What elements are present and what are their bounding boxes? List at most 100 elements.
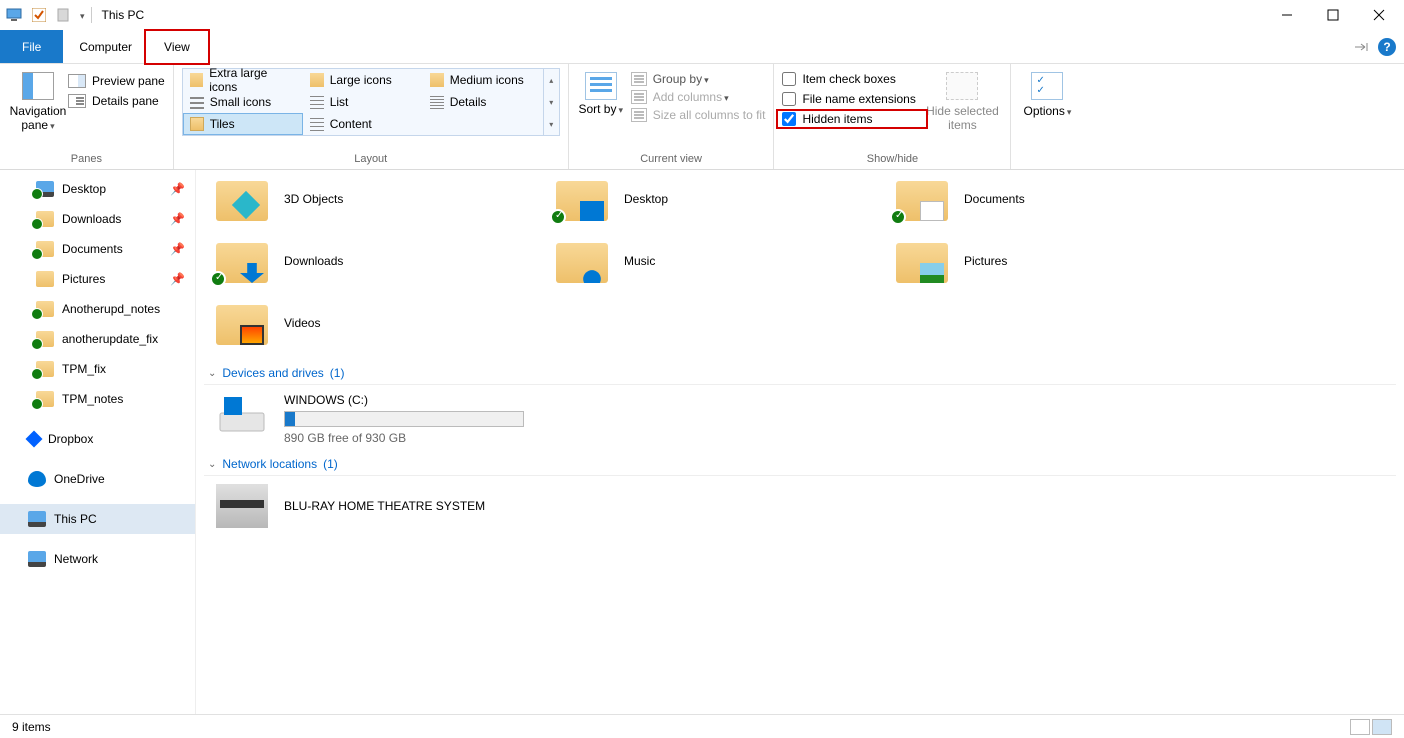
size-columns-icon [631, 108, 647, 122]
layout-gallery[interactable]: Extra large icons Large icons Medium ico… [182, 68, 560, 136]
extra-large-icons-icon [190, 73, 204, 87]
options-button[interactable]: Options [1019, 68, 1075, 118]
network-location-name: BLU-RAY HOME THEATRE SYSTEM [284, 499, 485, 513]
maximize-button[interactable] [1310, 0, 1356, 30]
sidebar-item-documents[interactable]: Documents📌 [0, 234, 195, 264]
hide-selected-icon [946, 72, 978, 100]
desktop-icon [36, 181, 54, 197]
hide-selected-label: Hide selected items [922, 104, 1002, 133]
details-icon [430, 95, 444, 109]
disk-drive-icon [216, 393, 268, 437]
tab-computer[interactable]: Computer [63, 30, 148, 63]
network-locations-header[interactable]: ⌄ Network locations (1) [204, 445, 1396, 476]
quick-access-toolbar [2, 6, 85, 24]
layout-tiles[interactable]: Tiles [183, 113, 303, 135]
checkmark-icon[interactable] [30, 6, 48, 24]
sync-badge-icon [550, 209, 566, 225]
drive-windows-c[interactable]: WINDOWS (C:) 890 GB free of 930 GB [204, 393, 1396, 445]
chevron-down-icon: ⌄ [208, 368, 216, 379]
content-icon [310, 117, 324, 131]
sort-by-icon [585, 72, 617, 100]
folder-pictures[interactable]: Pictures [896, 230, 1176, 292]
layout-extra-large-icons[interactable]: Extra large icons [183, 69, 303, 91]
media-device-icon [216, 484, 268, 528]
options-icon [1031, 72, 1063, 100]
preview-pane-button[interactable]: Preview pane [68, 74, 165, 88]
item-check-boxes-checkbox[interactable]: Item check boxes [782, 72, 922, 86]
sidebar-item-this-pc[interactable]: This PC [0, 504, 195, 534]
group-show-hide: Item check boxes File name extensions Hi… [774, 64, 1011, 169]
qat-dropdown-icon[interactable] [78, 8, 85, 22]
properties-icon[interactable] [54, 6, 72, 24]
help-icon[interactable]: ? [1378, 38, 1396, 56]
details-pane-label: Details pane [92, 94, 159, 108]
details-pane-button[interactable]: Details pane [68, 94, 165, 108]
content-pane[interactable]: 3D Objects Desktop Documents Downloads M… [196, 170, 1404, 714]
layout-small-icons[interactable]: Small icons [183, 91, 303, 113]
drive-usage-bar [284, 411, 524, 427]
sidebar-item-anotherupdate-fix[interactable]: anotherupdate_fix [0, 324, 195, 354]
group-current-view: Sort by Group by Add columns Size all co… [569, 64, 775, 169]
minimize-ribbon-icon[interactable] [1354, 41, 1370, 53]
group-layout-label: Layout [182, 151, 560, 167]
pin-icon: 📌 [170, 182, 185, 196]
list-icon [310, 95, 324, 109]
folder-icon [36, 331, 54, 347]
folder-videos[interactable]: Videos [216, 292, 496, 354]
layout-content[interactable]: Content [303, 113, 423, 135]
document-overlay-icon [920, 201, 944, 221]
sort-by-button[interactable]: Sort by [577, 68, 625, 116]
layout-large-icons[interactable]: Large icons [303, 69, 423, 91]
group-options: Options [1011, 64, 1083, 169]
group-by-icon [631, 72, 647, 86]
tab-view[interactable]: View [148, 30, 206, 63]
devices-and-drives-header[interactable]: ⌄ Devices and drives (1) [204, 354, 1396, 385]
folder-downloads[interactable]: Downloads [216, 230, 496, 292]
drive-free-text: 890 GB free of 930 GB [284, 431, 524, 445]
network-location-bluray[interactable]: BLU-RAY HOME THEATRE SYSTEM [204, 484, 1396, 528]
size-all-columns-button: Size all columns to fit [631, 108, 766, 122]
sidebar-item-tpm-fix[interactable]: TPM_fix [0, 354, 195, 384]
navigation-pane-button[interactable]: Navigation pane [8, 68, 68, 133]
folder-icon [36, 271, 54, 287]
sidebar-item-desktop[interactable]: Desktop📌 [0, 174, 195, 204]
sidebar-item-onedrive[interactable]: OneDrive [0, 464, 195, 494]
layout-details[interactable]: Details [423, 91, 543, 113]
drive-name: WINDOWS (C:) [284, 393, 524, 407]
file-name-extensions-checkbox[interactable]: File name extensions [782, 92, 922, 106]
sidebar-item-network[interactable]: Network [0, 544, 195, 574]
status-tiles-view-button[interactable] [1372, 719, 1392, 735]
tab-file[interactable]: File [0, 30, 63, 63]
folder-3d-objects[interactable]: 3D Objects [216, 170, 496, 230]
sidebar-item-tpm-notes[interactable]: TPM_notes [0, 384, 195, 414]
network-icon [28, 551, 46, 567]
large-icons-icon [310, 73, 324, 87]
folder-music[interactable]: Music [556, 230, 836, 292]
status-bar: 9 items [0, 714, 1404, 738]
title-bar: This PC [0, 0, 1404, 30]
system-buttons [1264, 0, 1402, 30]
navigation-sidebar[interactable]: Desktop📌 Downloads📌 Documents📌 Pictures📌… [0, 170, 196, 714]
layout-medium-icons[interactable]: Medium icons [423, 69, 543, 91]
titlebar-divider [91, 7, 92, 23]
onedrive-icon [28, 471, 46, 487]
close-button[interactable] [1356, 0, 1402, 30]
folder-documents[interactable]: Documents [896, 170, 1176, 230]
sidebar-item-dropbox[interactable]: Dropbox [0, 424, 195, 454]
folder-desktop[interactable]: Desktop [556, 170, 836, 230]
window-title: This PC [98, 8, 145, 22]
this-pc-icon [28, 511, 46, 527]
group-by-button[interactable]: Group by [631, 72, 766, 86]
minimize-button[interactable] [1264, 0, 1310, 30]
sidebar-item-anotherupd-notes[interactable]: Anotherupd_notes [0, 294, 195, 324]
status-details-view-button[interactable] [1350, 719, 1370, 735]
sidebar-item-pictures[interactable]: Pictures📌 [0, 264, 195, 294]
hidden-items-checkbox[interactable]: Hidden items [782, 112, 922, 126]
sidebar-item-downloads[interactable]: Downloads📌 [0, 204, 195, 234]
preview-pane-label: Preview pane [92, 74, 165, 88]
desktop-overlay-icon [580, 201, 604, 221]
layout-gallery-scroll[interactable]: ▴▾▾ [543, 69, 559, 135]
folder-icon [36, 301, 54, 317]
layout-list[interactable]: List [303, 91, 423, 113]
details-pane-icon [68, 94, 86, 108]
